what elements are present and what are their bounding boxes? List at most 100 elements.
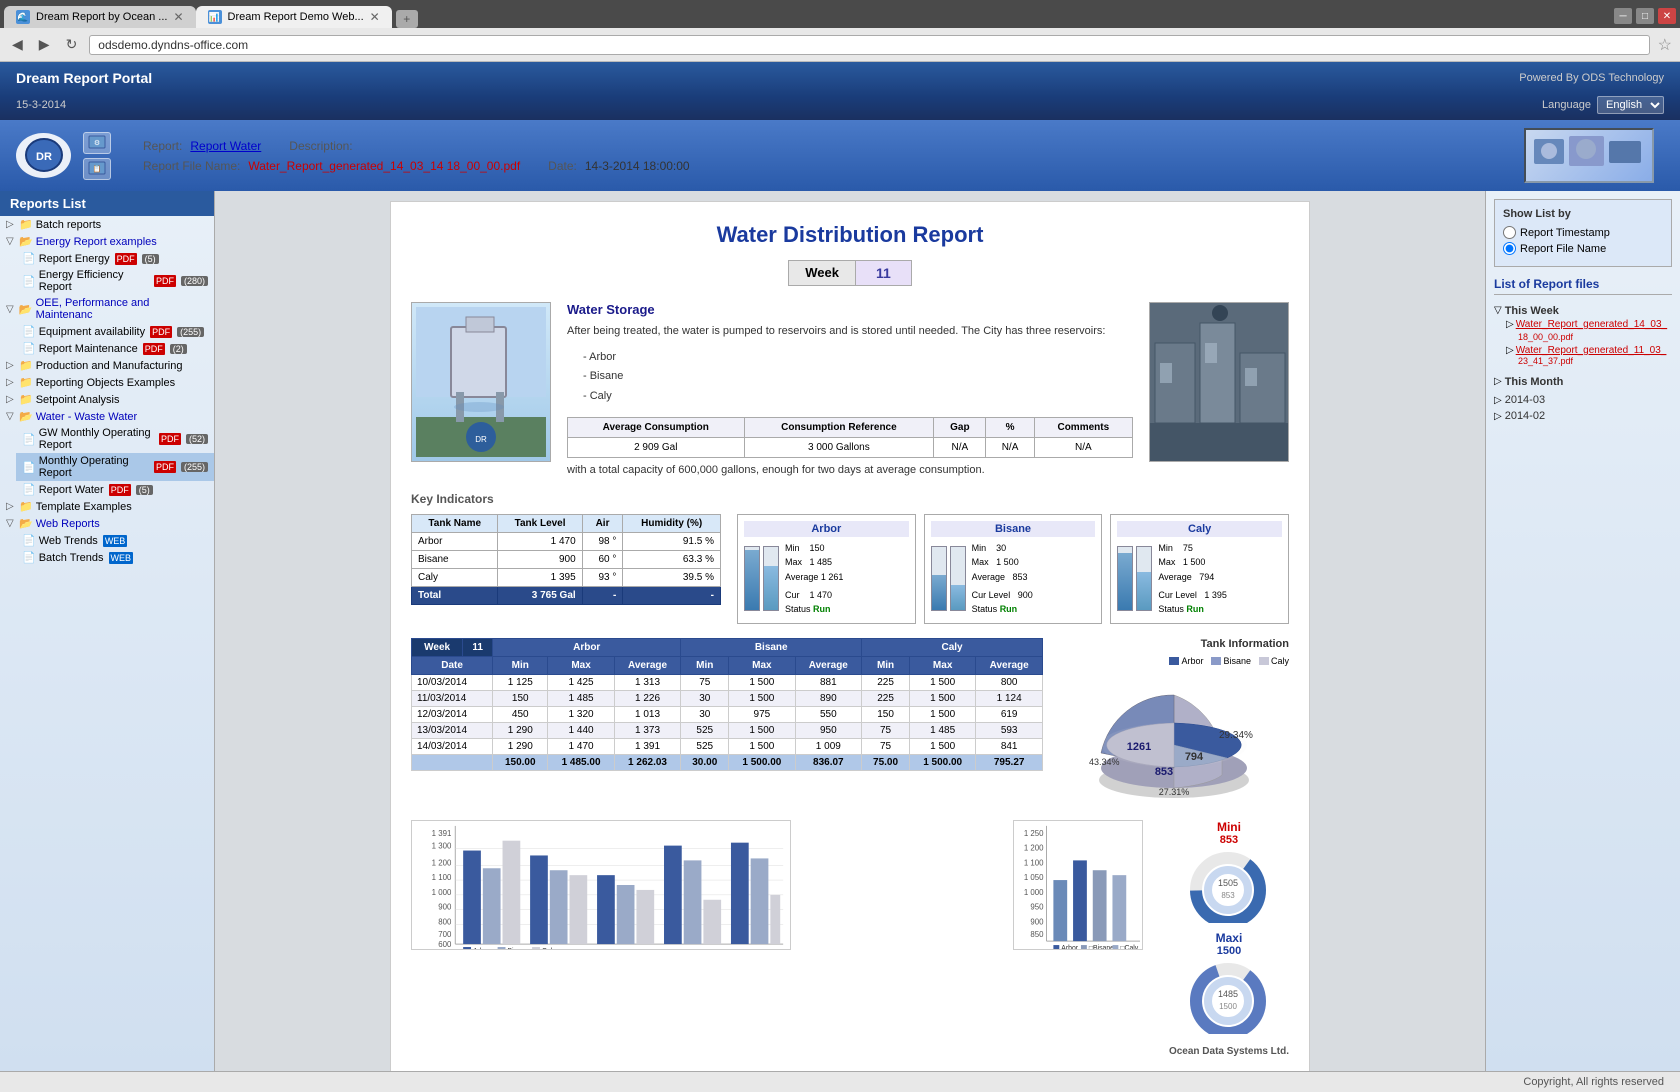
sidebar-item-web-trends[interactable]: 📄 Web Trends WEB: [16, 532, 214, 549]
col-consumption-ref: Consumption Reference: [744, 417, 934, 437]
key-indicators-title: Key Indicators: [411, 492, 1289, 506]
report-info-area: Report: Report Water Description: Report…: [123, 139, 1512, 173]
sidebar-item-batch-trends[interactable]: 📄 Batch Trends WEB: [16, 549, 214, 566]
c-avg-2: 1 124: [976, 690, 1043, 706]
close-button[interactable]: ✕: [1658, 8, 1676, 24]
tab-2[interactable]: 📊 Dream Report Demo Web... ✕: [196, 6, 392, 28]
sidebar-item-template[interactable]: ▷ 📁 Template Examples: [0, 498, 214, 515]
week-badge-area: Week 11: [411, 260, 1289, 286]
app-title: Dream Report Portal: [16, 70, 152, 86]
sidebar-item-gw-monthly[interactable]: 📄 GW Monthly Operating Report PDF (52): [16, 425, 214, 453]
file-sub-1[interactable]: 18_00_00.pdf: [1506, 332, 1672, 342]
sidebar-item-water[interactable]: ▽ 📂 Water - Waste Water: [0, 408, 214, 425]
bisane-avg-header: Average: [795, 656, 862, 674]
sidebar-item-energy-examples[interactable]: ▽ 📂 Energy Report examples: [0, 233, 214, 250]
sidebar-item-web-reports[interactable]: ▽ 📂 Web Reports: [0, 515, 214, 532]
file-sub-2[interactable]: 23_41_37.pdf: [1506, 356, 1672, 366]
th-humidity: Humidity (%): [623, 514, 721, 532]
key-indicators-section: Key Indicators Tank Name Tank Level Air …: [411, 492, 1289, 624]
svg-text:27.31%: 27.31%: [1159, 787, 1190, 797]
bisane-name: Bisane: [412, 550, 498, 568]
table-row-caly: Caly 1 395 93 ° 39.5 %: [412, 568, 721, 586]
sidebar-item-report-energy[interactable]: 📄 Report Energy PDF (5): [16, 250, 214, 267]
total-level: 3 765 Gal: [498, 586, 582, 604]
sidebar-item-batch-reports[interactable]: ▷ 📁 Batch reports: [0, 216, 214, 233]
refresh-button[interactable]: ↻: [62, 34, 82, 55]
report-name-value[interactable]: Report Water: [190, 139, 261, 153]
tab-1-close[interactable]: ✕: [173, 10, 183, 24]
sidebar-item-maintenance[interactable]: 📄 Report Maintenance PDF (2): [16, 340, 214, 357]
expand-icon: ▽: [6, 236, 16, 247]
sidebar-item-oee[interactable]: ▽ 📂 OEE, Performance and Maintenanc: [0, 295, 214, 323]
sidebar-item-setpoint[interactable]: ▷ 📁 Setpoint Analysis: [0, 391, 214, 408]
filename-value[interactable]: Water_Report_generated_14_03_14 18_00_00…: [248, 159, 520, 173]
radio-timestamp-row[interactable]: Report Timestamp: [1503, 226, 1663, 239]
maintenance-label: Report Maintenance: [39, 343, 138, 355]
mini-gauge-group: Mini 853 1505 853: [1186, 820, 1271, 923]
radio-filename[interactable]: [1503, 242, 1516, 255]
arbor-level: 1 470: [498, 532, 582, 550]
expand-this-week[interactable]: ▽ This Week: [1494, 301, 1672, 319]
week-label: Week: [788, 260, 856, 286]
radio-filename-row[interactable]: Report File Name: [1503, 242, 1663, 255]
table-row-bisane: Bisane 900 60 ° 63.3 %: [412, 550, 721, 568]
maximize-button[interactable]: □: [1636, 8, 1654, 24]
indicators-table: Tank Name Tank Level Air Humidity (%) Ar…: [411, 514, 721, 605]
expand-this-month[interactable]: ▷ This Month: [1494, 372, 1672, 390]
minimize-button[interactable]: ─: [1614, 8, 1632, 24]
language-dropdown[interactable]: English: [1597, 96, 1664, 114]
energy-efficiency-label: Energy Efficiency Report: [39, 269, 149, 293]
c-min-3: 150: [862, 706, 910, 722]
water-storage-description: After being treated, the water is pumped…: [567, 323, 1133, 340]
b-min-5: 525: [681, 738, 729, 754]
b-max-4: 1 500: [729, 722, 795, 738]
bookmark-icon[interactable]: ☆: [1658, 35, 1672, 55]
table-row-total: Total 3 765 Gal - -: [412, 586, 721, 604]
gauge-arbor: Arbor: [737, 514, 916, 624]
forward-button[interactable]: ▶: [35, 34, 54, 55]
app-title-bar: Dream Report Portal Powered By ODS Techn…: [0, 62, 1680, 94]
sidebar-item-monthly-operating[interactable]: 📄 Monthly Operating Report PDF (255): [16, 453, 214, 481]
report-energy-badge: (5): [142, 254, 159, 264]
tot-b-max: 1 500.00: [729, 754, 795, 770]
b-min-3: 30: [681, 706, 729, 722]
sidebar-item-equipment[interactable]: 📄 Equipment availability PDF (255): [16, 323, 214, 340]
year-2014-02[interactable]: ▷ 2014-02: [1494, 410, 1672, 422]
water-label: Water - Waste Water: [36, 411, 137, 423]
file-link-1[interactable]: Water_Report_generated_14_03_: [1516, 319, 1667, 330]
file-expand-1[interactable]: ▷ Water_Report_generated_14_03_: [1506, 319, 1672, 330]
svg-text:1 300: 1 300: [432, 841, 452, 850]
sidebar-item-production[interactable]: ▷ 📁 Production and Manufacturing: [0, 357, 214, 374]
water-storage-title: Water Storage: [567, 302, 1133, 317]
file-expand-2[interactable]: ▷ Water_Report_generated_11_03_: [1506, 345, 1672, 356]
language-selector: Language English: [1542, 96, 1664, 114]
svg-text:43.34%: 43.34%: [1089, 757, 1120, 767]
sidebar-item-energy-efficiency[interactable]: 📄 Energy Efficiency Report PDF (280): [16, 267, 214, 295]
caly-name: Caly: [412, 568, 498, 586]
svg-text:📋: 📋: [93, 164, 102, 173]
sidebar-item-reporting-objects[interactable]: ▷ 📁 Reporting Objects Examples: [0, 374, 214, 391]
nav-logo[interactable]: DR: [16, 133, 71, 178]
a-min-2: 150: [493, 690, 548, 706]
date-label: Date:: [548, 159, 577, 173]
caly-air: 93 °: [582, 568, 623, 586]
tab-2-close[interactable]: ✕: [370, 10, 380, 24]
nav-icon-1[interactable]: ⚙: [83, 132, 111, 154]
weekly-and-pie-section: Week 11 Arbor Bisane Caly Date Min Max A…: [411, 638, 1289, 810]
show-list-title: Show List by: [1503, 208, 1663, 220]
nav-icon-2[interactable]: 📋: [83, 158, 111, 180]
back-button[interactable]: ◀: [8, 34, 27, 55]
radio-timestamp[interactable]: [1503, 226, 1516, 239]
sidebar-item-report-water[interactable]: 📄 Report Water PDF (5): [16, 481, 214, 498]
main-layout: Reports List ▷ 📁 Batch reports ▽ 📂 Energ…: [0, 191, 1680, 1071]
file-link-2[interactable]: Water_Report_generated_11_03_: [1516, 345, 1667, 356]
tab-1[interactable]: 🌊 Dream Report by Ocean ... ✕: [4, 6, 196, 28]
maxi-gauge-svg: 1485 1500: [1186, 959, 1271, 1034]
bisane-header: Bisane: [681, 638, 862, 656]
arbor-humidity: 91.5 %: [623, 532, 721, 550]
year-2014-03[interactable]: ▷ 2014-03: [1494, 394, 1672, 406]
new-tab-button[interactable]: +: [396, 10, 418, 28]
tank-image: DR: [411, 302, 551, 462]
address-input[interactable]: [89, 35, 1649, 55]
tab-1-icon: 🌊: [16, 10, 30, 24]
